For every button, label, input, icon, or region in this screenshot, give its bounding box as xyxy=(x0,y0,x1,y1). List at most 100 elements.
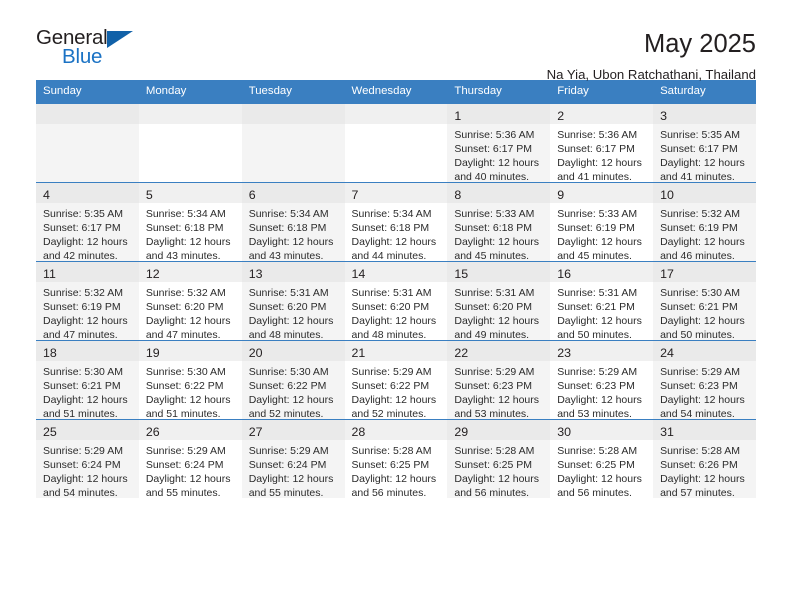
day-cell-20[interactable]: 20 Sunrise: 5:30 AM Sunset: 6:22 PM Dayligh… xyxy=(241,340,345,420)
day-cell-25[interactable]: 25 Sunrise: 5:29 AM Sunset: 6:24 PM Dayligh… xyxy=(36,419,139,499)
daylight-line: Daylight: 12 hours xyxy=(248,236,334,249)
day-cell-8[interactable]: 8 Sunrise: 5:33 AM Sunset: 6:18 PM Daylight… xyxy=(447,182,551,263)
day-cell-7[interactable]: 7 Sunrise: 5:34 AM Sunset: 6:18 PM Daylight… xyxy=(344,182,448,263)
day-cell-content: 16 Sunrise: 5:31 AM Sunset: 6:21 PM Dayligh… xyxy=(550,262,654,341)
day-cell-14[interactable]: 14 Sunrise: 5:31 AM Sunset: 6:20 PM Dayligh… xyxy=(344,261,448,341)
day-number xyxy=(138,104,242,124)
day-cell-22[interactable]: 22 Sunrise: 5:29 AM Sunset: 6:23 PM Dayligh… xyxy=(447,340,551,421)
daylight-line-cont: and 56 minutes. xyxy=(454,487,530,500)
weekday-header-saturday: Saturday xyxy=(653,80,756,104)
day-number: 15 xyxy=(447,262,551,282)
page-title: May 2025 xyxy=(644,30,756,58)
daylight-line: Daylight: 12 hours xyxy=(43,394,128,407)
day-number: 4 xyxy=(36,183,139,203)
day-number: 26 xyxy=(138,420,242,440)
general-blue-logo[interactable]: General Blue xyxy=(36,27,148,74)
day-cell-1[interactable]: 1 Sunrise: 5:36 AM Sunset: 6:17 PM Daylight… xyxy=(447,103,551,184)
day-sun-info: Sunrise: 5:33 AM Sunset: 6:18 PM Daylight:… xyxy=(447,203,550,263)
sunrise-line: Sunrise: 5:36 AM xyxy=(557,129,638,141)
calendar-page: General Blue May 2025 Na Yia, Ubon Ratch… xyxy=(0,0,792,612)
day-cell-9[interactable]: 9 Sunrise: 5:33 AM Sunset: 6:19 PM Daylight… xyxy=(550,182,654,262)
day-cell-23[interactable]: 23 Sunrise: 5:29 AM Sunset: 6:23 PM Dayligh… xyxy=(550,340,654,420)
day-cell-content: 19 Sunrise: 5:30 AM Sunset: 6:22 PM Dayligh… xyxy=(138,341,242,421)
sunrise-line: Sunrise: 5:29 AM xyxy=(660,366,741,378)
day-cell-4[interactable]: 4 Sunrise: 5:35 AM Sunset: 6:17 PM Daylight… xyxy=(36,182,139,262)
day-sun-info: Sunrise: 5:36 AM Sunset: 6:17 PM Daylight:… xyxy=(447,124,550,184)
day-cell-30[interactable]: 30 Sunrise: 5:28 AM Sunset: 6:25 PM Dayligh… xyxy=(550,419,654,500)
day-cell-content: 20 Sunrise: 5:30 AM Sunset: 6:22 PM Dayligh… xyxy=(241,341,345,420)
day-cell-18[interactable]: 18 Sunrise: 5:30 AM Sunset: 6:21 PM Dayligh… xyxy=(36,340,139,421)
calendar-week-row: 18 Sunrise: 5:30 AM Sunset: 6:21 PM Dayligh… xyxy=(36,340,756,421)
sunset-line: Sunset: 6:25 PM xyxy=(557,459,635,472)
day-cell-26[interactable]: 26 Sunrise: 5:29 AM Sunset: 6:24 PM Dayligh… xyxy=(138,419,242,499)
day-cell-19[interactable]: 19 Sunrise: 5:30 AM Sunset: 6:22 PM Dayligh… xyxy=(138,340,242,421)
day-cell-2[interactable]: 2 Sunrise: 5:36 AM Sunset: 6:17 PM Daylight… xyxy=(550,103,654,183)
day-cell-content: 15 Sunrise: 5:31 AM Sunset: 6:20 PM Dayligh… xyxy=(447,262,551,341)
day-number: 8 xyxy=(447,183,551,203)
sunrise-line: Sunrise: 5:28 AM xyxy=(557,445,638,457)
day-cell-6[interactable]: 6 Sunrise: 5:34 AM Sunset: 6:18 PM Daylight… xyxy=(241,182,345,262)
day-sun-info: Sunrise: 5:29 AM Sunset: 6:22 PM Daylight:… xyxy=(345,361,448,421)
daylight-line: Daylight: 12 hours xyxy=(145,394,231,407)
day-cell-10[interactable]: 10 Sunrise: 5:32 AM Sunset: 6:19 PM Dayligh… xyxy=(653,182,756,262)
daylight-line-cont: and 56 minutes. xyxy=(557,487,632,500)
sunrise-line: Sunrise: 5:29 AM xyxy=(351,366,432,378)
day-sun-info: Sunrise: 5:30 AM Sunset: 6:21 PM Daylight:… xyxy=(36,361,139,421)
day-cell-empty xyxy=(241,103,345,183)
day-cell-content: 2 Sunrise: 5:36 AM Sunset: 6:17 PM Daylight… xyxy=(550,104,654,183)
sunrise-line: Sunrise: 5:33 AM xyxy=(454,208,535,220)
sunrise-line: Sunrise: 5:34 AM xyxy=(145,208,226,220)
day-cell-12[interactable]: 12 Sunrise: 5:32 AM Sunset: 6:20 PM Dayligh… xyxy=(138,261,242,341)
day-cell-31[interactable]: 31 Sunrise: 5:28 AM Sunset: 6:26 PM Dayligh… xyxy=(653,419,756,499)
day-number: 19 xyxy=(138,341,242,361)
day-cell-21[interactable]: 21 Sunrise: 5:29 AM Sunset: 6:22 PM Dayligh… xyxy=(344,340,448,421)
day-cell-13[interactable]: 13 Sunrise: 5:31 AM Sunset: 6:20 PM Dayligh… xyxy=(241,261,345,341)
day-cell-5[interactable]: 5 Sunrise: 5:34 AM Sunset: 6:18 PM Daylight… xyxy=(138,182,242,262)
day-sun-info: Sunrise: 5:30 AM Sunset: 6:22 PM Daylight:… xyxy=(139,361,242,421)
day-cell-11[interactable]: 11 Sunrise: 5:32 AM Sunset: 6:19 PM Dayligh… xyxy=(36,261,139,341)
page-header: General Blue May 2025 Na Yia, Ubon Ratch… xyxy=(36,0,756,82)
day-cell-content: 30 Sunrise: 5:28 AM Sunset: 6:25 PM Dayligh… xyxy=(550,420,654,500)
sunset-line: Sunset: 6:18 PM xyxy=(145,222,224,235)
day-cell-content: 22 Sunrise: 5:29 AM Sunset: 6:23 PM Dayligh… xyxy=(447,341,551,421)
daylight-line: Daylight: 12 hours xyxy=(454,236,540,249)
day-cell-content: 6 Sunrise: 5:34 AM Sunset: 6:18 PM Daylight… xyxy=(241,183,345,262)
day-cell-3[interactable]: 3 Sunrise: 5:35 AM Sunset: 6:17 PM Daylight… xyxy=(653,103,756,183)
day-number: 1 xyxy=(447,104,551,124)
sunrise-line: Sunrise: 5:31 AM xyxy=(557,287,638,299)
daylight-line-cont: and 55 minutes. xyxy=(248,487,324,500)
day-cell-empty xyxy=(138,103,242,183)
daylight-line: Daylight: 12 hours xyxy=(351,315,437,328)
day-sun-info: Sunrise: 5:29 AM Sunset: 6:23 PM Daylight:… xyxy=(447,361,550,421)
day-cell-content: 5 Sunrise: 5:34 AM Sunset: 6:18 PM Daylight… xyxy=(138,183,242,262)
daylight-line: Daylight: 12 hours xyxy=(660,315,745,328)
day-cell-15[interactable]: 15 Sunrise: 5:31 AM Sunset: 6:20 PM Dayligh… xyxy=(447,261,551,341)
day-cell-content: 18 Sunrise: 5:30 AM Sunset: 6:21 PM Dayligh… xyxy=(36,341,139,421)
sunrise-line: Sunrise: 5:29 AM xyxy=(248,445,329,457)
day-cell-29[interactable]: 29 Sunrise: 5:28 AM Sunset: 6:25 PM Dayligh… xyxy=(447,419,551,500)
sunset-line: Sunset: 6:20 PM xyxy=(351,301,430,314)
day-number: 17 xyxy=(653,262,756,282)
daylight-line: Daylight: 12 hours xyxy=(454,157,540,170)
day-cell-content: 1 Sunrise: 5:36 AM Sunset: 6:17 PM Daylight… xyxy=(447,104,551,184)
daylight-line: Daylight: 12 hours xyxy=(557,157,642,170)
day-cell-content: 8 Sunrise: 5:33 AM Sunset: 6:18 PM Daylight… xyxy=(447,183,551,263)
daylight-line: Daylight: 12 hours xyxy=(145,315,231,328)
day-cell-27[interactable]: 27 Sunrise: 5:29 AM Sunset: 6:24 PM Dayligh… xyxy=(241,419,345,500)
sunset-line: Sunset: 6:18 PM xyxy=(454,222,533,235)
day-cell-content: 24 Sunrise: 5:29 AM Sunset: 6:23 PM Dayligh… xyxy=(653,341,756,420)
sunset-line: Sunset: 6:25 PM xyxy=(351,459,430,472)
sunset-line: Sunset: 6:24 PM xyxy=(43,459,121,472)
day-cell-24[interactable]: 24 Sunrise: 5:29 AM Sunset: 6:23 PM Dayligh… xyxy=(653,340,756,420)
day-number: 27 xyxy=(241,420,345,440)
day-number: 18 xyxy=(36,341,139,361)
day-sun-info: Sunrise: 5:34 AM Sunset: 6:18 PM Daylight:… xyxy=(345,203,448,263)
sunset-line: Sunset: 6:26 PM xyxy=(660,459,738,472)
day-cell-28[interactable]: 28 Sunrise: 5:28 AM Sunset: 6:25 PM Dayligh… xyxy=(344,419,448,499)
day-cell-17[interactable]: 17 Sunrise: 5:30 AM Sunset: 6:21 PM Dayligh… xyxy=(653,261,756,341)
day-number: 14 xyxy=(344,262,448,282)
day-cell-16[interactable]: 16 Sunrise: 5:31 AM Sunset: 6:21 PM Dayligh… xyxy=(550,261,654,341)
logo-text-blue: Blue xyxy=(62,45,103,68)
day-cell-content xyxy=(36,104,139,182)
sunset-line: Sunset: 6:18 PM xyxy=(351,222,430,235)
